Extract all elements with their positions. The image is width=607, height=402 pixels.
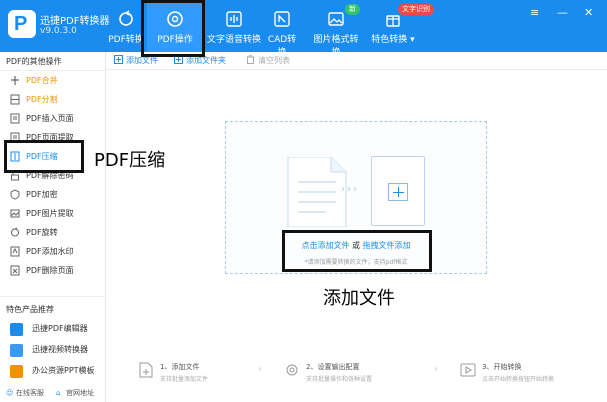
sidebar-footer: ☺ 在线客服 ⌂ 官网地址 — [0, 384, 106, 402]
rotate-icon — [11, 227, 19, 237]
add-file-icon — [114, 55, 123, 64]
nav-pdf-convert[interactable]: PDF转换 — [108, 0, 144, 52]
menu-icon[interactable]: ≡ — [530, 6, 539, 19]
sidebar-item-merge[interactable]: PDF合并 — [0, 72, 106, 89]
online-service-link[interactable]: 在线客服 — [16, 384, 44, 402]
chevron-right-icon: › — [434, 364, 438, 375]
audio-wave-icon — [226, 11, 242, 27]
rec-item-pdf-editor[interactable]: 迅捷PDF编辑器 — [4, 320, 104, 338]
step-output-config: 2、设置输出配置 支持批量操作和各种设置 — [284, 360, 404, 388]
trash-icon — [246, 55, 255, 64]
minimize-icon[interactable]: — — [557, 6, 568, 19]
headset-icon: ☺ — [6, 389, 14, 397]
add-file-target[interactable] — [371, 156, 425, 226]
sidebar-item-delete-page[interactable]: PDF删除页面 — [0, 262, 106, 279]
ocr-badge: 文字识别 — [398, 4, 434, 15]
sidebar-item-split[interactable]: PDF分割 — [0, 91, 106, 108]
rec-item-video-converter[interactable]: 迅捷视频转换器 — [4, 341, 104, 359]
sidebar-item-rotate[interactable]: PDF旋转 — [0, 224, 106, 241]
new-badge: 新 — [345, 4, 360, 15]
video-converter-icon — [10, 344, 23, 357]
cad-icon — [274, 11, 290, 27]
close-icon[interactable]: ✕ — [584, 6, 593, 19]
watermark-icon — [10, 246, 20, 257]
step-start-convert: 3、开始转换 点击开始转换按钮开始转换 — [460, 360, 590, 388]
app-version: v9.0.3.0 — [40, 26, 77, 36]
sidebar-section-title: PDF的其他操作 — [6, 57, 62, 66]
image-icon — [328, 12, 344, 26]
plus-icon — [388, 183, 408, 201]
highlight-add-file — [282, 230, 432, 272]
app-logo: P — [8, 10, 36, 38]
split-icon — [10, 94, 20, 105]
pdf-editor-icon — [10, 323, 23, 336]
chevron-right-icon: › — [258, 364, 262, 375]
sidebar-item-encrypt[interactable]: PDF加密 — [0, 186, 106, 203]
annotation-compress: PDF压缩 — [94, 150, 166, 171]
shield-icon — [10, 189, 20, 200]
merge-icon — [11, 76, 19, 85]
sidebar-item-insert-page[interactable]: PDF插入页面 — [0, 110, 106, 127]
arrow-right-icon: ››› — [341, 184, 359, 195]
image-icon — [10, 209, 20, 218]
app-window: P 迅捷PDF转换器 v9.0.3.0 PDF转换 PDF操作 文字语音转换 C… — [0, 0, 607, 402]
file-plus-icon — [139, 362, 153, 378]
refresh-icon — [119, 10, 133, 26]
top-header: P 迅捷PDF转换器 v9.0.3.0 PDF转换 PDF操作 文字语音转换 C… — [0, 0, 607, 58]
nav-label: 特色转换 ▾ — [371, 35, 415, 45]
step-add-file: 1、添加文件 支持批量添加文件 — [138, 360, 248, 388]
annotation-add-file: 添加文件 — [323, 288, 395, 309]
gear-icon — [286, 364, 298, 376]
highlight-nav-pdf-operate — [141, 0, 205, 57]
nav-label: 文字语音转换 — [206, 35, 261, 45]
divider — [0, 296, 106, 297]
nav-text-speech[interactable]: 文字语音转换 — [205, 0, 263, 52]
nav-cad[interactable]: CAD转换 — [265, 0, 299, 58]
home-icon: ⌂ — [56, 389, 61, 397]
document-icon — [10, 113, 20, 124]
nav-label: PDF转换 — [108, 35, 144, 45]
clear-list-button[interactable]: 清空列表 — [246, 54, 290, 68]
app-title: 迅捷PDF转换器 — [40, 16, 110, 27]
sidebar-item-image-extract[interactable]: PDF图片提取 — [0, 205, 106, 222]
highlight-compress — [4, 140, 84, 173]
ppt-template-icon — [10, 365, 23, 378]
delete-page-icon — [10, 265, 20, 276]
divider — [0, 70, 106, 71]
convert-icon — [460, 363, 476, 377]
website-link[interactable]: 官网地址 — [66, 384, 94, 402]
sidebar-item-watermark[interactable]: PDF添加水印 — [0, 243, 106, 260]
recommend-title: 特色产品推荐 — [6, 305, 54, 314]
rec-item-ppt-template[interactable]: 办公资源PPT模板 — [4, 362, 104, 380]
sidebar: PDF的其他操作 PDF合并 PDF分割 PDF插入页面 PDF页面提取 PDF… — [0, 52, 106, 402]
